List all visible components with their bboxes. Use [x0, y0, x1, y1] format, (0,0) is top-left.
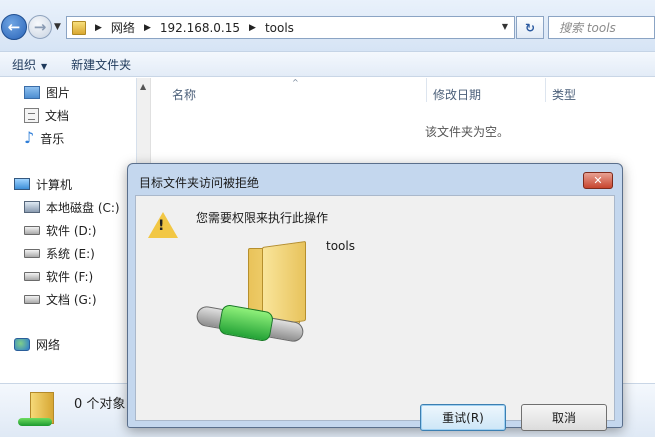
- system-drive-icon: [24, 201, 40, 213]
- sort-ascending-icon: ^: [292, 78, 299, 87]
- sidebar-item-drive-f[interactable]: 软件 (F:): [24, 267, 93, 285]
- dialog-message: 您需要权限来执行此操作: [196, 211, 329, 225]
- refresh-icon: ↻: [524, 20, 536, 35]
- dialog-body: ! 您需要权限来执行此操作 tools 重试(R) 取消: [135, 195, 615, 431]
- navigation-pane: 图片 文档 ♪ 音乐 计算机 本地磁盘 (C:) 软件 (D:) 系统 (E:)…: [0, 78, 137, 383]
- address-bar: ← → ▼ ▶ 网络 ▶ 192.168.0.15 ▶ tools ▼ ↻ 搜索…: [0, 0, 655, 52]
- warning-mark: !: [158, 218, 165, 234]
- sidebar-item-documents[interactable]: 文档: [24, 106, 69, 124]
- address-dropdown-icon[interactable]: ▼: [502, 22, 508, 31]
- column-header-modified[interactable]: 修改日期: [433, 86, 481, 103]
- sidebar-item-computer[interactable]: 计算机: [14, 175, 72, 193]
- new-folder-button[interactable]: 新建文件夹: [59, 56, 143, 73]
- forward-button[interactable]: →: [28, 15, 52, 39]
- search-placeholder: 搜索 tools: [559, 21, 616, 35]
- sidebar-item-network[interactable]: 网络: [14, 335, 60, 353]
- music-note-icon: ♪: [24, 128, 35, 147]
- retry-button[interactable]: 重试(R): [420, 404, 506, 431]
- documents-icon: [24, 107, 39, 123]
- network-folder-icon: [72, 20, 86, 35]
- breadcrumb-separator-icon[interactable]: ▶: [249, 23, 256, 33]
- access-denied-dialog: 目标文件夹访问被拒绝 ✕ ! 您需要权限来执行此操作 tools 重试(R) 取…: [127, 163, 623, 431]
- breadcrumb-separator-icon[interactable]: ▶: [144, 23, 151, 33]
- breadcrumb-tools[interactable]: tools: [265, 21, 294, 35]
- network-icon: [14, 337, 30, 351]
- sidebar-item-pictures[interactable]: 图片: [24, 83, 70, 101]
- back-button[interactable]: ←: [1, 14, 27, 40]
- scroll-up-icon[interactable]: ▲: [140, 82, 146, 91]
- column-divider[interactable]: [545, 78, 546, 102]
- breadcrumb-network[interactable]: 网络: [111, 19, 135, 36]
- sidebar-item-drive-g[interactable]: 文档 (G:): [24, 290, 97, 308]
- network-pipe-icon: [18, 418, 52, 426]
- refresh-button[interactable]: ↻: [516, 16, 544, 39]
- dialog-title: 目标文件夹访问被拒绝: [139, 176, 260, 190]
- close-icon: ✕: [593, 174, 603, 187]
- item-count: 0 个对象: [74, 397, 126, 412]
- column-header-type[interactable]: 类型: [552, 86, 576, 103]
- breadcrumb-separator-icon[interactable]: ▶: [95, 23, 102, 33]
- sidebar-item-drive-e[interactable]: 系统 (E:): [24, 244, 95, 262]
- column-header-name[interactable]: 名称: [172, 86, 196, 103]
- cancel-button[interactable]: 取消: [521, 404, 607, 431]
- sidebar-item-drive-c[interactable]: 本地磁盘 (C:): [24, 198, 120, 216]
- recent-pages-dropdown[interactable]: ▼: [54, 22, 61, 32]
- drive-icon: [24, 271, 40, 281]
- computer-icon: [14, 178, 30, 190]
- sidebar-item-music[interactable]: ♪ 音乐: [24, 129, 64, 147]
- back-arrow-icon: ←: [7, 18, 21, 36]
- pictures-icon: [24, 85, 40, 99]
- search-input[interactable]: 搜索 tools: [548, 16, 655, 39]
- dialog-item-name: tools: [326, 239, 355, 253]
- chevron-down-icon: ▼: [41, 61, 48, 71]
- drive-icon: [24, 248, 40, 258]
- drive-icon: [24, 294, 40, 304]
- empty-folder-message: 该文件夹为空。: [425, 125, 510, 139]
- drive-icon: [24, 225, 40, 235]
- sidebar-item-drive-d[interactable]: 软件 (D:): [24, 221, 96, 239]
- forward-arrow-icon: →: [33, 18, 47, 36]
- address-field[interactable]: ▶ 网络 ▶ 192.168.0.15 ▶ tools ▼: [66, 16, 515, 39]
- breadcrumb-host[interactable]: 192.168.0.15: [160, 21, 240, 35]
- column-divider[interactable]: [426, 78, 427, 102]
- close-button[interactable]: ✕: [583, 172, 613, 189]
- command-toolbar: 组织 ▼ 新建文件夹: [0, 52, 655, 77]
- organize-button[interactable]: 组织 ▼: [0, 56, 59, 73]
